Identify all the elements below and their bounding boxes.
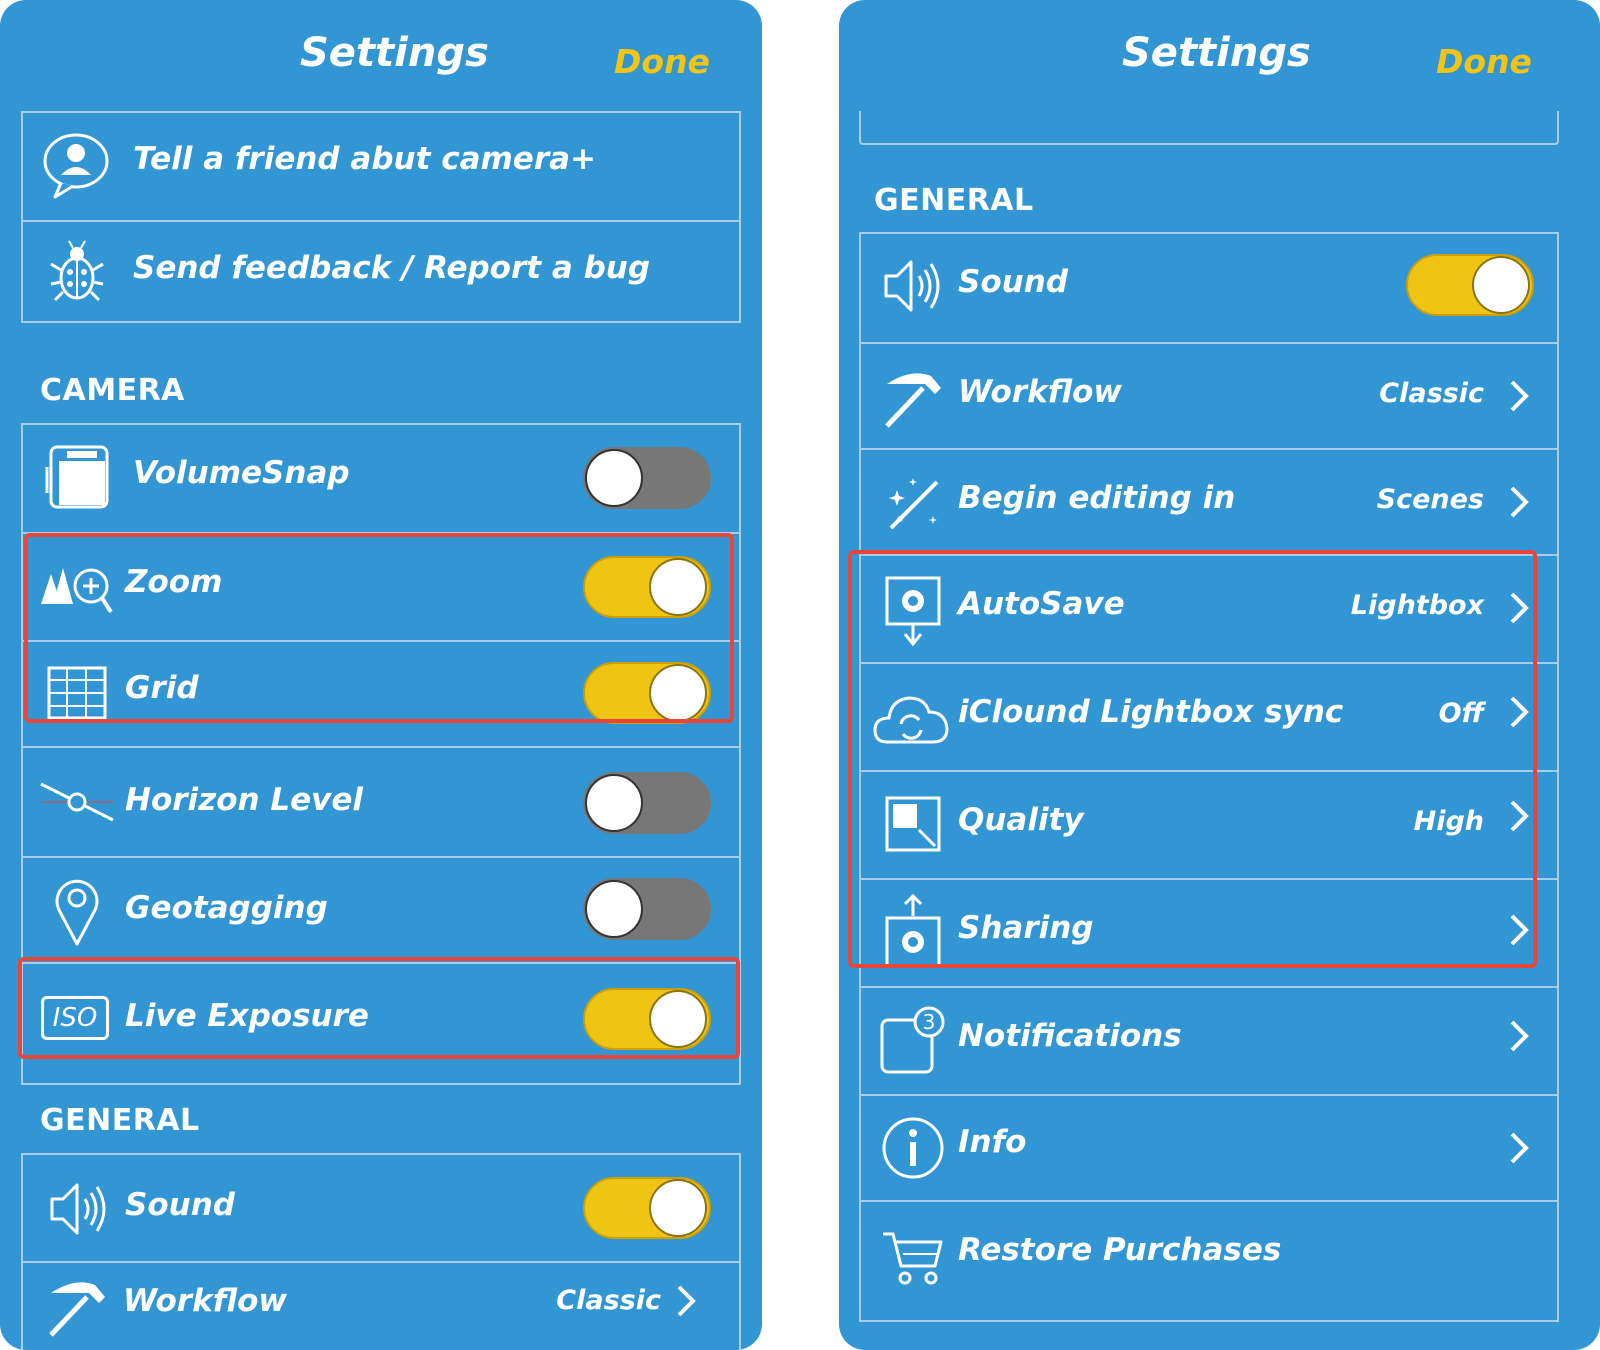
speaker-icon: [884, 260, 940, 312]
svg-text:3: 3: [923, 1010, 936, 1034]
speaker-icon: [50, 1183, 106, 1235]
restore-purchases-row[interactable]: Restore Purchases: [861, 1200, 1557, 1320]
magic-wand-icon: [889, 478, 939, 530]
hammer-icon: [885, 373, 941, 428]
camera-section-header: CAMERA: [40, 373, 185, 408]
notifications-label: Notifications: [958, 1018, 1182, 1054]
page-title: Settings: [1122, 30, 1311, 76]
general-settings-group: Sound Workflow Classic: [21, 1153, 741, 1350]
sound-row: Sound: [23, 1155, 739, 1261]
workflow-row[interactable]: Workflow Classic: [23, 1261, 739, 1350]
chevron-right-icon: [677, 1285, 696, 1317]
begin-editing-label: Begin editing in: [958, 480, 1236, 516]
begin-editing-row[interactable]: Begin editing in Scenes: [861, 448, 1557, 554]
bug-icon: [50, 240, 104, 302]
sound-label: Sound: [958, 264, 1068, 300]
horizon-level-toggle[interactable]: [583, 772, 711, 834]
location-pin-icon: [55, 879, 99, 946]
notifications-row[interactable]: 3 Notifications: [861, 986, 1557, 1094]
hammer-icon: [49, 1282, 105, 1337]
chevron-right-icon: [1510, 1132, 1529, 1164]
tell-friend-label: Tell a friend abut camera+: [133, 141, 597, 177]
chat-user-icon: [43, 133, 109, 199]
begin-editing-value: Scenes: [1376, 484, 1484, 515]
workflow-value: Classic: [1379, 378, 1484, 409]
highlight-live-exposure: [18, 957, 740, 1059]
send-feedback-label: Send feedback / Report a bug: [133, 250, 651, 286]
share-feedback-group: Tell a friend abut camera+ Send feedback…: [21, 111, 741, 323]
workflow-row[interactable]: Workflow Classic: [861, 342, 1557, 448]
workflow-label: Workflow: [123, 1283, 288, 1319]
highlight-zoom-grid: [24, 533, 734, 723]
horizon-icon: [40, 782, 114, 822]
sound-row: Sound: [861, 234, 1557, 342]
volumesnap-label: VolumeSnap: [133, 455, 350, 491]
done-button[interactable]: Done: [614, 42, 710, 81]
chevron-right-icon: [1510, 1020, 1529, 1052]
tell-friend-row[interactable]: Tell a friend abut camera+: [23, 113, 739, 220]
info-label: Info: [958, 1124, 1027, 1160]
cart-icon: [883, 1232, 943, 1285]
send-feedback-row[interactable]: Send feedback / Report a bug: [23, 220, 739, 321]
volumesnap-row: VolumeSnap: [23, 425, 739, 532]
geotagging-toggle[interactable]: [583, 878, 711, 940]
scrolled-group-bottom: [859, 111, 1559, 145]
general-section-header: GENERAL: [40, 1103, 200, 1138]
highlight-autosave-sharing: [848, 550, 1537, 968]
phone-button-icon: [45, 445, 109, 509]
chevron-right-icon: [1510, 380, 1529, 412]
horizon-level-label: Horizon Level: [125, 782, 363, 818]
sound-toggle[interactable]: [583, 1177, 711, 1239]
general-section-header: GENERAL: [874, 183, 1034, 218]
geotagging-row: Geotagging: [23, 856, 739, 962]
page-title: Settings: [300, 30, 489, 76]
sound-toggle[interactable]: [1406, 254, 1534, 316]
info-row[interactable]: Info: [861, 1094, 1557, 1200]
sound-label: Sound: [125, 1187, 235, 1223]
workflow-label: Workflow: [958, 374, 1123, 410]
left-settings-panel: Settings Done Tell a friend abut camera+: [0, 0, 762, 1350]
horizon-level-row: Horizon Level: [23, 746, 739, 856]
done-button[interactable]: Done: [1436, 42, 1532, 81]
chevron-right-icon: [1510, 486, 1529, 518]
restore-purchases-label: Restore Purchases: [958, 1232, 1282, 1268]
workflow-value: Classic: [556, 1285, 661, 1316]
notification-badge-icon: 3: [880, 1006, 945, 1074]
info-icon: [882, 1117, 944, 1179]
right-settings-panel: Settings Done GENERAL Sound Workflow Cla…: [839, 0, 1600, 1350]
geotagging-label: Geotagging: [125, 890, 328, 926]
volumesnap-toggle[interactable]: [583, 447, 711, 509]
